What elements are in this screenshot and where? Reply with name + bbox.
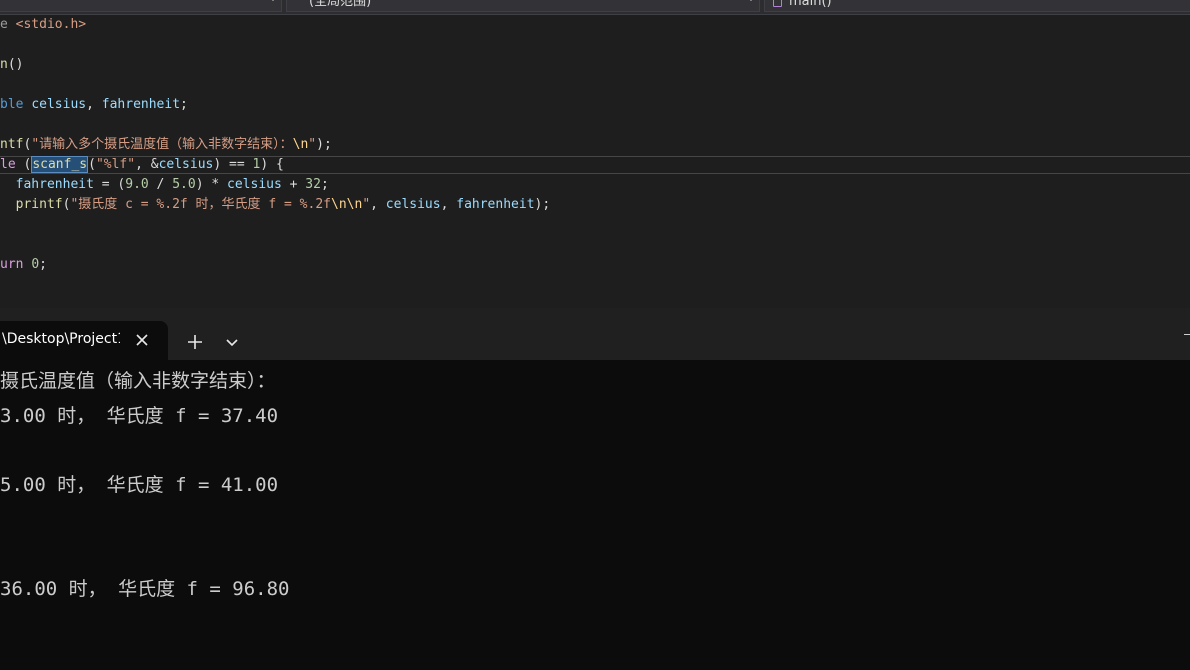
cube-icon [773,0,782,7]
code-token: \n\n [331,197,363,212]
terminal-line: 3.00 时， 华氏度 f = 37.40 [0,404,279,427]
function-label: main() [789,0,832,9]
terminal-tab[interactable]: \Desktop\Project1\ [0,321,168,360]
chevron-down-icon[interactable] [225,338,239,348]
code-token: "摄氏度 c = %.2f 时，华氏度 f = %.2f [70,197,331,212]
code-line[interactable]: ntf("请输入多个摄氏温度值（输入非数字结束）：\n"); [0,135,332,155]
terminal-output[interactable]: 摄氏温度值（输入非数字结束）： 3.00 时， 华氏度 f = 37.40 5.00… [0,360,1190,670]
code-token: = ( [93,177,126,192]
code-line[interactable]: fahrenheit = (9.0 / 5.0) * celsius + 32; [0,175,329,195]
code-token: \n [292,137,309,152]
code-token: ; [39,257,47,272]
code-token: ( [88,157,96,172]
code-line[interactable]: printf("摄氏度 c = %.2f 时，华氏度 f = %.2f\n\n"… [0,195,551,215]
code-token: ) * [195,177,228,192]
code-token: celsius [158,157,214,172]
code-token: fahrenheit [101,97,181,112]
code-token: " [308,137,317,152]
code-token: n [0,57,8,72]
code-token: ; [180,97,188,112]
code-token: ; [320,177,329,192]
code-token: / [148,177,173,192]
code-token: 5.0 [172,177,196,192]
code-token: <stdio.h> [15,17,87,32]
project-dropdown[interactable] [0,0,282,12]
code-token: ) == [213,157,253,172]
code-token: celsius [227,177,282,192]
code-token: 32 [305,177,321,192]
code-token: 9.0 [125,177,149,192]
terminal-line: 摄氏温度值（输入非数字结束）： [0,370,276,392]
code-token: , [370,197,386,212]
code-token: celsius [385,197,441,212]
terminal-line: 5.00 时， 华氏度 f = 41.00 [0,473,279,496]
code-line[interactable]: e <stdio.h> [0,15,86,35]
code-token: 0 [31,257,40,272]
code-line[interactable]: le (scanf_s("%lf", &celsius) == 1) { [0,155,284,175]
editor-navigation-bar: (全局范围) main() [0,0,1190,15]
code-token: ); [534,197,551,212]
scope-dropdown[interactable]: (全局范围) [286,0,760,12]
chevron-down-icon [747,0,755,1]
code-token: , [440,197,457,212]
code-token: "请输入多个摄氏温度值（输入非数字结束）： [31,137,293,152]
code-editor[interactable]: e <stdio.h> n() ble celsius, fahrenheit; nt… [0,15,1190,308]
terminal-line: 36.00 时， 华氏度 f = 96.80 [0,577,290,600]
tab-title: \Desktop\Project1\ [2,331,120,347]
function-dropdown[interactable]: main() [764,0,1190,12]
code-token: + [281,177,306,192]
code-token: ) { [260,157,284,172]
code-token: ntf [0,137,24,152]
window-minimize-icon[interactable] [1184,334,1190,335]
code-token: urn [0,257,32,272]
code-token: scanf_s [31,156,89,173]
chevron-down-icon [269,0,277,1]
code-token: " [362,197,371,212]
code-token: printf [15,197,63,212]
code-token: () [7,57,24,72]
plus-icon[interactable] [186,333,204,351]
code-token: ble [0,97,32,112]
code-token: , [86,97,102,112]
terminal-tab-strip: \Desktop\Project1\ [0,308,1190,360]
code-token: fahrenheit [456,197,535,212]
close-icon[interactable] [134,332,150,348]
scope-label: (全局范围) [309,0,372,9]
code-token: celsius [31,97,87,112]
code-token: , & [135,157,159,172]
code-line[interactable]: n() [0,55,23,75]
code-token: "%lf" [95,157,136,172]
code-line[interactable]: ble celsius, fahrenheit; [0,95,188,115]
code-token: ); [316,137,332,152]
code-token: e [0,17,16,32]
code-token: fahrenheit [15,177,94,192]
code-token: le [0,157,24,172]
code-line[interactable]: urn 0; [0,255,47,275]
